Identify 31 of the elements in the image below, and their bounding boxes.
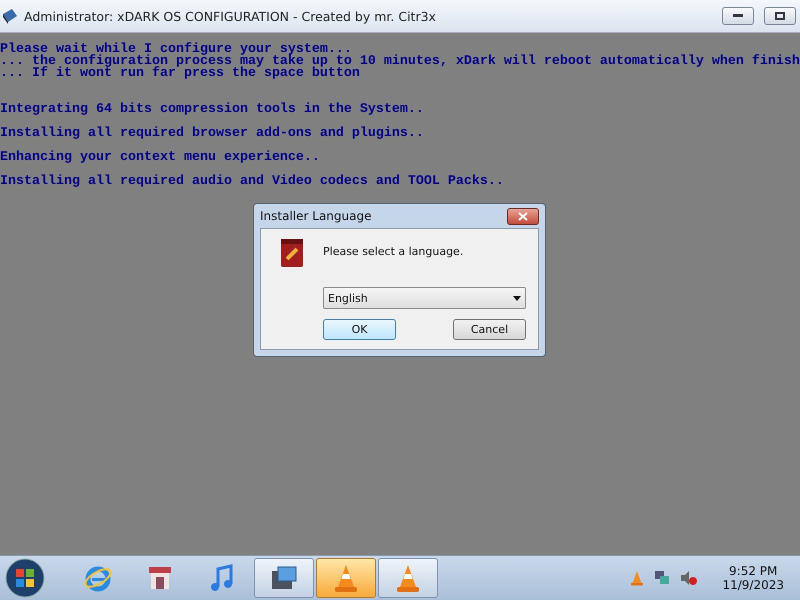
- taskbar-button[interactable]: [378, 558, 438, 598]
- cancel-button[interactable]: Cancel: [453, 318, 526, 340]
- traffic-cone-icon: [395, 563, 421, 593]
- installer-box-icon: [279, 237, 305, 269]
- volume-muted-icon[interactable]: [680, 570, 698, 586]
- start-button[interactable]: [4, 557, 46, 599]
- dialog-message: Please select a language.: [323, 244, 464, 258]
- console-line: Enhancing your context menu experience..: [0, 152, 321, 164]
- close-icon: [518, 212, 528, 220]
- taskbar-button[interactable]: [316, 558, 376, 598]
- traffic-cone-icon: [333, 563, 359, 593]
- console-line: Integrating 64 bits compression tools in the System..: [0, 104, 425, 116]
- maximize-icon: [775, 12, 785, 20]
- console-line: Installing all required browser add-ons and plugins..: [0, 128, 425, 140]
- console-line: Installing all required audio and Video codecs and TOOL Packs..: [0, 176, 505, 188]
- app-icon: [2, 8, 18, 24]
- minimize-icon: [733, 14, 743, 18]
- close-button[interactable]: [507, 208, 539, 224]
- network-icon[interactable]: [654, 570, 670, 586]
- clock-date[interactable]: 11/9/2023: [722, 578, 784, 592]
- taskbar-button[interactable]: [254, 558, 314, 598]
- ok-button[interactable]: OK: [323, 318, 396, 340]
- maximize-button[interactable]: [764, 7, 796, 25]
- window-title: Administrator: xDARK OS CONFIGURATION - Created by mr. Citr3x: [24, 8, 437, 24]
- clock-time[interactable]: 9:52 PM: [729, 564, 778, 578]
- console-line: ... If it wont run far press the space button: [0, 68, 361, 80]
- minimize-button[interactable]: [722, 7, 754, 25]
- language-dropdown[interactable]: English: [323, 287, 526, 309]
- music-note-icon: [209, 563, 235, 593]
- caret-icon: [513, 296, 521, 300]
- dialog-title: Installer Language: [260, 209, 372, 223]
